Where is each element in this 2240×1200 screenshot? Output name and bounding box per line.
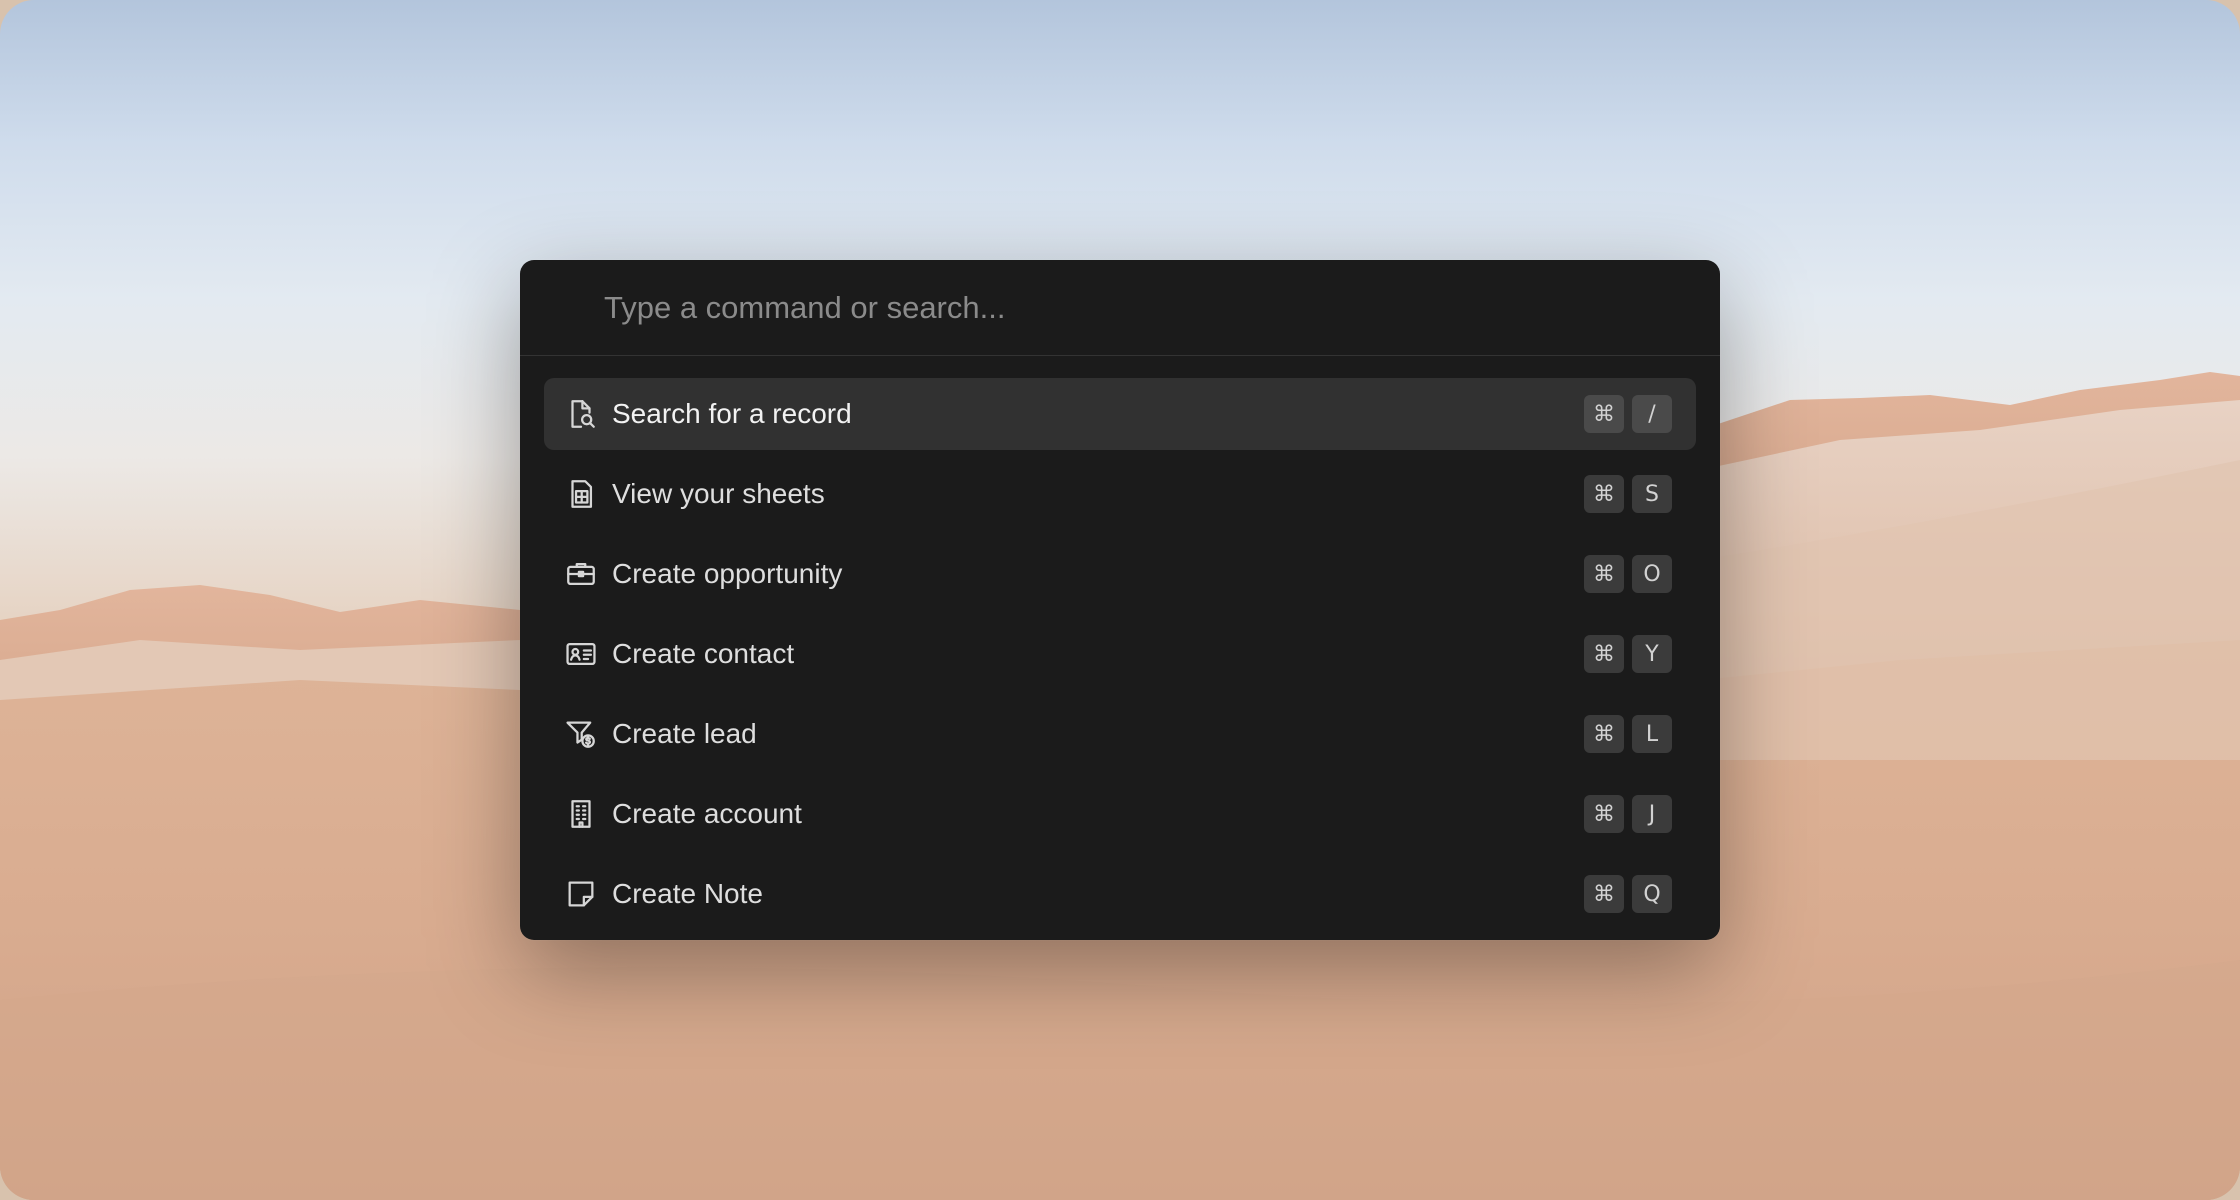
command-key-icon: ⌘ [1584, 715, 1624, 753]
search-bar [520, 260, 1720, 356]
shortcut-keys: ⌘ J [1584, 795, 1672, 833]
contact-card-icon [564, 637, 598, 671]
command-label: View your sheets [612, 478, 825, 509]
shortcut-key: O [1632, 555, 1672, 593]
command-item-search-record[interactable]: Search for a record ⌘ / [544, 378, 1696, 450]
command-label: Create contact [612, 638, 795, 669]
command-item-create-note[interactable]: Create Note ⌘ Q [544, 858, 1696, 930]
command-key-icon: ⌘ [1584, 395, 1624, 433]
command-label: Search for a record [612, 398, 852, 429]
shortcut-key: / [1632, 395, 1672, 433]
command-key-icon: ⌘ [1584, 555, 1624, 593]
shortcut-key: L [1632, 715, 1672, 753]
command-key-icon: ⌘ [1584, 475, 1624, 513]
command-label: Create lead [612, 718, 757, 749]
command-item-view-sheets[interactable]: View your sheets ⌘ S [544, 458, 1696, 530]
shortcut-key: Q [1632, 875, 1672, 913]
shortcut-keys: ⌘ / [1584, 395, 1672, 433]
command-label: Create account [612, 798, 802, 829]
command-palette: Search for a record ⌘ / View your sheets… [520, 260, 1720, 940]
command-item-create-contact[interactable]: Create contact ⌘ Y [544, 618, 1696, 690]
command-list: Search for a record ⌘ / View your sheets… [520, 356, 1720, 930]
command-search-input[interactable] [604, 277, 1604, 338]
command-key-icon: ⌘ [1584, 795, 1624, 833]
briefcase-icon [564, 557, 598, 591]
shortcut-keys: ⌘ S [1584, 475, 1672, 513]
sticky-note-icon [564, 877, 598, 911]
funnel-dollar-icon [564, 717, 598, 751]
shortcut-keys: ⌘ L [1584, 715, 1672, 753]
shortcut-key: Y [1632, 635, 1672, 673]
shortcut-keys: ⌘ Y [1584, 635, 1672, 673]
command-label: Create Note [612, 878, 763, 909]
command-key-icon: ⌘ [1584, 875, 1624, 913]
command-key-icon: ⌘ [1584, 635, 1624, 673]
building-icon [564, 797, 598, 831]
shortcut-keys: ⌘ O [1584, 555, 1672, 593]
command-item-create-lead[interactable]: Create lead ⌘ L [544, 698, 1696, 770]
shortcut-key: S [1632, 475, 1672, 513]
command-item-create-opportunity[interactable]: Create opportunity ⌘ O [544, 538, 1696, 610]
search-document-icon [564, 397, 598, 431]
shortcut-keys: ⌘ Q [1584, 875, 1672, 913]
shortcut-key: J [1632, 795, 1672, 833]
spreadsheet-icon [564, 477, 598, 511]
command-label: Create opportunity [612, 558, 843, 589]
command-item-create-account[interactable]: Create account ⌘ J [544, 778, 1696, 850]
